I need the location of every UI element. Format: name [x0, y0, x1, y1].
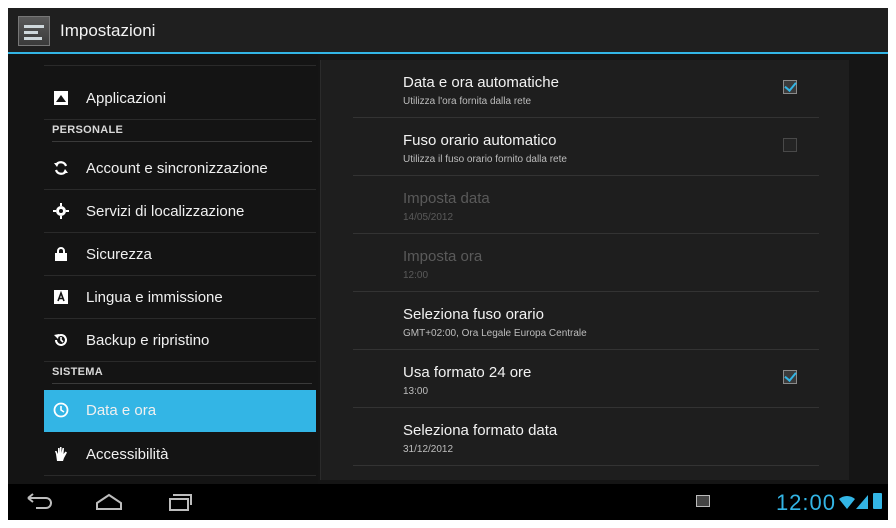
row-title: Fuso orario automatico	[403, 132, 557, 149]
row-auto-timezone[interactable]: Fuso orario automatico Utilizza il fuso …	[353, 118, 819, 176]
sidebar-item-sicurezza[interactable]: Sicurezza	[44, 234, 316, 276]
row-title: Usa formato 24 ore	[403, 364, 532, 381]
clock-icon	[53, 402, 69, 418]
system-nav-bar: 12:00	[8, 484, 888, 520]
row-subtitle: 31/12/2012	[403, 444, 454, 455]
recent-apps-button[interactable]	[164, 492, 194, 512]
backup-icon	[53, 332, 69, 348]
row-title: Seleziona formato data	[403, 422, 558, 439]
app-title: Impostazioni	[60, 21, 156, 40]
date-time-settings-panel: Data e ora automatiche Utilizza l'ora fo…	[320, 60, 849, 480]
sidebar-item-lingua[interactable]: Lingua e immissione	[44, 277, 316, 319]
sidebar-item-label: Data e ora	[86, 402, 157, 419]
hand-icon	[53, 446, 69, 462]
sidebar-item-localizzazione[interactable]: Servizi di localizzazione	[44, 191, 316, 233]
keyboard-icon	[53, 289, 69, 305]
sidebar-item-label: Sicurezza	[86, 246, 152, 263]
status-clock[interactable]: 12:00	[776, 490, 836, 516]
row-title: Data e ora automatiche	[403, 74, 559, 91]
row-subtitle: GMT+02:00, Ora Legale Europa Centrale	[403, 328, 587, 339]
sidebar-item-data-e-ora[interactable]: Data e ora	[44, 390, 316, 432]
auto-timezone-checkbox[interactable]	[783, 138, 797, 152]
row-title: Imposta data	[403, 190, 490, 207]
action-bar: Impostazioni	[8, 8, 888, 54]
location-icon	[53, 203, 69, 219]
home-button[interactable]	[94, 492, 124, 512]
row-subtitle: 13:00	[403, 386, 429, 397]
row-select-timezone[interactable]: Seleziona fuso orario GMT+02:00, Ora Leg…	[353, 292, 819, 350]
apps-icon	[53, 90, 69, 106]
row-title: Seleziona fuso orario	[403, 306, 544, 323]
sidebar-item-label: Backup e ripristino	[86, 332, 210, 349]
tablet-screen: Impostazioni Applicazioni PERSONALE Acco…	[8, 8, 888, 520]
row-subtitle: Utilizza l'ora fornita dalla rete	[403, 96, 532, 107]
sidebar-item-applicazioni[interactable]: Applicazioni	[44, 78, 316, 120]
wifi-icon	[838, 493, 856, 511]
row-subtitle: 14/05/2012	[403, 212, 454, 223]
sidebar-item-backup[interactable]: Backup e ripristino	[44, 320, 316, 362]
lock-icon	[53, 246, 69, 262]
row-subtitle: 12:00	[403, 270, 429, 281]
row-set-time: Imposta ora 12:00	[353, 234, 819, 292]
section-header-personale: PERSONALE	[52, 120, 312, 142]
sidebar-item-label: Account e sincronizzazione	[86, 160, 268, 177]
settings-app-icon[interactable]	[18, 16, 50, 46]
sidebar-item-label: Applicazioni	[86, 90, 167, 107]
list-item-hidden-top[interactable]	[44, 54, 316, 66]
sidebar-item-label: Accessibilità	[86, 446, 169, 463]
signal-icon	[856, 493, 868, 509]
row-set-date: Imposta data 14/05/2012	[353, 176, 819, 234]
sidebar-item-accessibilita[interactable]: Accessibilità	[44, 434, 316, 476]
home-icon	[96, 493, 122, 510]
auto-datetime-checkbox[interactable]	[783, 80, 797, 94]
row-title: Imposta ora	[403, 248, 483, 265]
back-icon	[27, 493, 52, 509]
gallery-notification-icon[interactable]	[696, 495, 710, 507]
sync-icon	[53, 160, 69, 176]
row-subtitle: Utilizza il fuso orario fornito dalla re…	[403, 154, 567, 165]
row-24-hour-format[interactable]: Usa formato 24 ore 13:00	[353, 350, 819, 408]
row-auto-datetime[interactable]: Data e ora automatiche Utilizza l'ora fo…	[353, 60, 819, 118]
battery-icon	[873, 493, 882, 509]
24-hour-checkbox[interactable]	[783, 370, 797, 384]
section-header-sistema: SISTEMA	[52, 362, 312, 384]
recent-apps-icon	[169, 494, 192, 511]
sidebar-item-account[interactable]: Account e sincronizzazione	[44, 148, 316, 190]
back-button[interactable]	[24, 492, 54, 512]
sidebar-item-label: Lingua e immissione	[86, 289, 223, 306]
row-select-date-format[interactable]: Seleziona formato data 31/12/2012	[353, 408, 819, 466]
settings-category-list[interactable]: Applicazioni PERSONALE Account e sincron…	[8, 54, 318, 484]
sidebar-item-label: Servizi di localizzazione	[86, 203, 245, 220]
